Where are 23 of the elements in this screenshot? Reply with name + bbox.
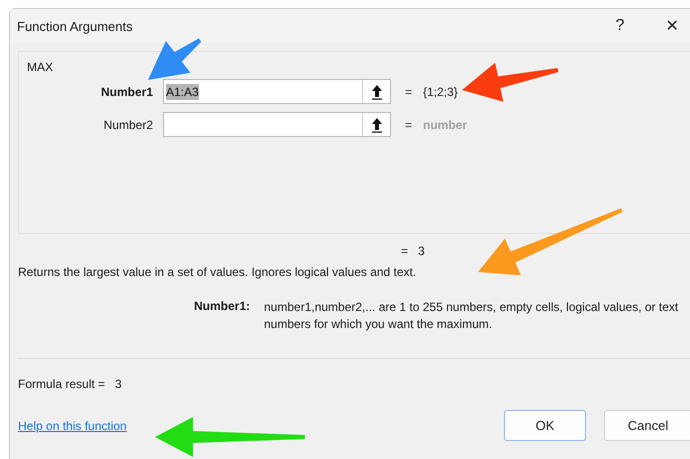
argument-value: A1:A3	[166, 84, 199, 100]
formula-result: Formula result = 3	[18, 377, 123, 391]
function-result: = 3	[400, 244, 426, 260]
help-link[interactable]: Help on this function	[18, 418, 504, 432]
equals-sign: =	[405, 84, 414, 98]
equals-sign: =	[405, 118, 414, 132]
argument-label: Number1	[100, 84, 154, 98]
argument-help-text: number1,number2,... are 1 to 255 numbers, empty cells, logical values, or text numbers for which you want the maximum.	[264, 299, 680, 333]
arrow-up-icon	[370, 84, 382, 100]
close-button[interactable]: ✕	[658, 12, 686, 40]
argument-result: {1;2;3}	[423, 84, 458, 98]
argument-field[interactable]: A1:A3	[163, 79, 391, 104]
argument-label: Number2	[102, 118, 154, 132]
arrow-up-icon	[370, 116, 382, 132]
argument-result: number	[423, 118, 468, 132]
argument-field[interactable]	[163, 112, 391, 137]
window-title: Function Arguments	[17, 18, 134, 34]
function-description: Returns the largest value in a set of values. Ignores logical values and text.	[18, 265, 418, 279]
argument-help-label: Number1:	[194, 299, 252, 315]
function-name: MAX	[27, 60, 54, 74]
ok-button[interactable]: OK	[504, 410, 586, 441]
help-button[interactable]: ?	[606, 12, 634, 40]
cancel-button[interactable]: Cancel	[604, 410, 690, 441]
